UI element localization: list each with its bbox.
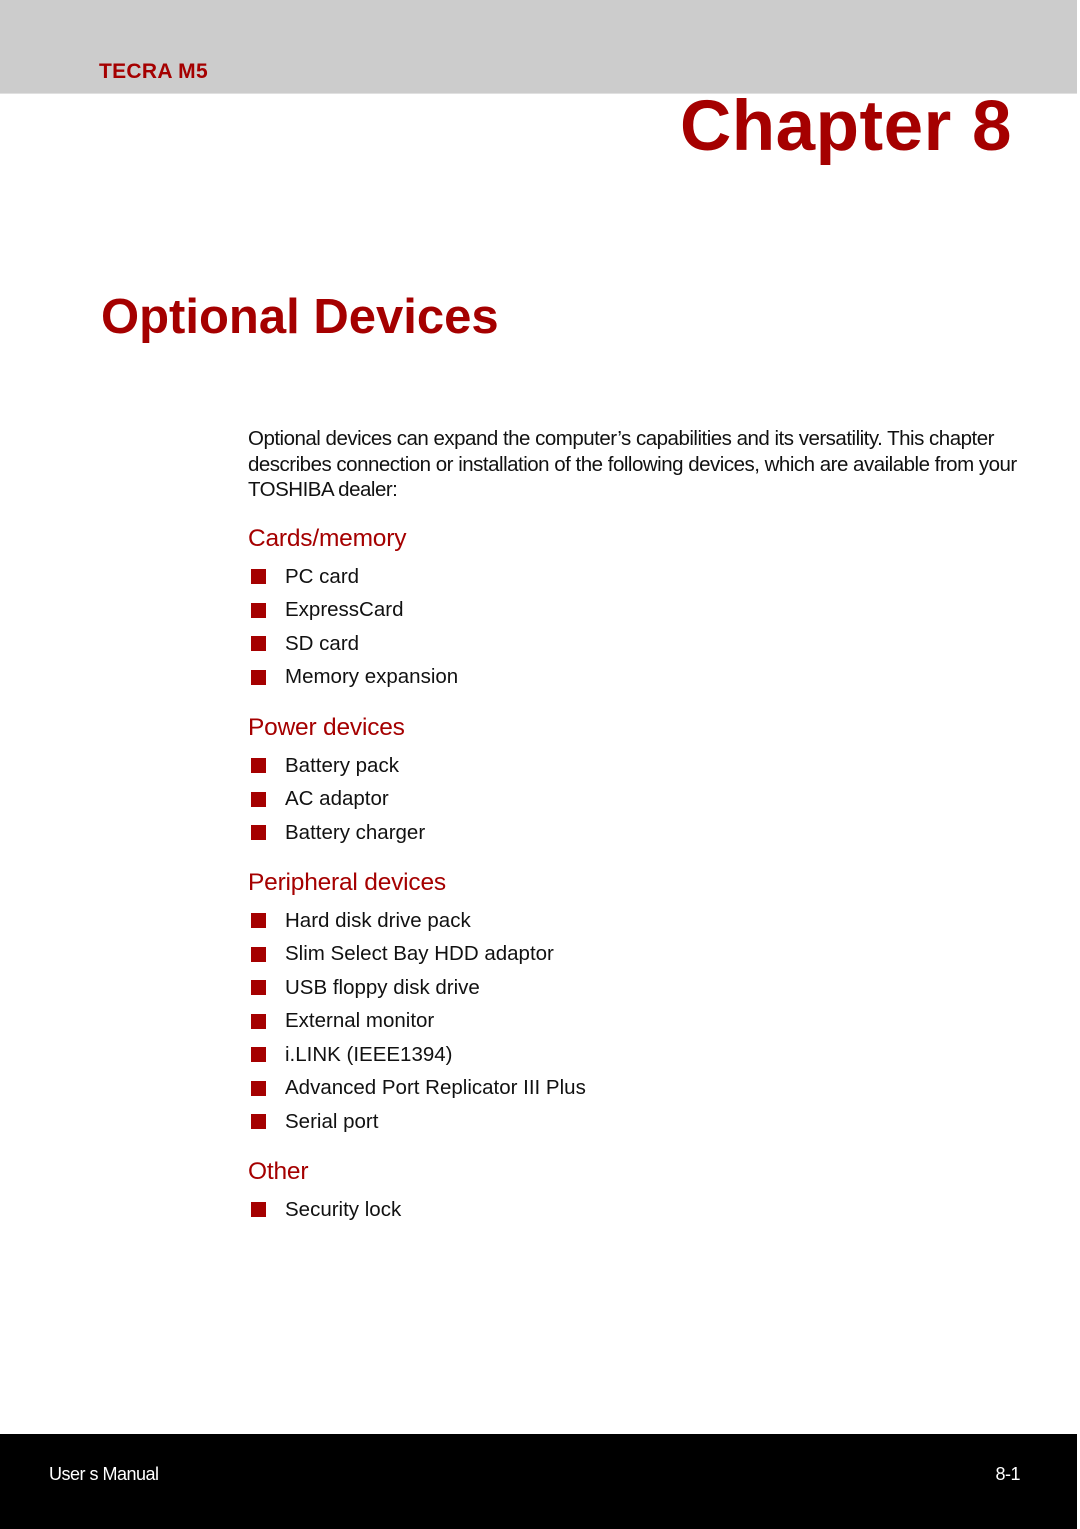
square-bullet-icon: [251, 825, 266, 841]
item-label: Security lock: [285, 1197, 402, 1221]
footer-band: User s Manual 8-1: [0, 1434, 1077, 1529]
list-item: ExpressCard: [248, 594, 458, 628]
item-label: SD card: [285, 631, 360, 655]
list-item: Battery charger: [248, 816, 425, 850]
section-heading: Peripheral devices: [248, 869, 446, 896]
square-bullet-icon: [251, 946, 266, 962]
square-bullet-icon: [251, 669, 266, 685]
square-bullet-icon: [251, 1080, 266, 1096]
item-label: Hard disk drive pack: [285, 908, 471, 932]
section-heading: Power devices: [248, 714, 405, 741]
list-item: SD card: [248, 627, 458, 661]
square-bullet-icon: [251, 1047, 266, 1063]
list-item: Memory expansion: [248, 661, 458, 695]
header-band: TECRA M5: [0, 0, 1077, 94]
section-other: Other Security lock: [248, 1157, 401, 1227]
list-item: USB floppy disk drive: [248, 971, 586, 1005]
item-label: Memory expansion: [285, 665, 459, 689]
square-bullet-icon: [251, 636, 266, 652]
page-number: 8-1: [995, 1464, 1020, 1484]
section-power-devices: Power devices Battery pack AC adaptor Ba…: [248, 713, 425, 850]
footer-label: User s Manual: [49, 1464, 159, 1484]
square-bullet-icon: [251, 1202, 266, 1218]
item-list: Security lock: [248, 1193, 401, 1227]
list-item: AC adaptor: [248, 783, 425, 817]
square-bullet-icon: [251, 1114, 266, 1130]
section-peripheral-devices: Peripheral devices Hard disk drive pack …: [248, 868, 586, 1139]
item-list: PC card ExpressCard SD card Memory expan…: [248, 560, 458, 694]
section-cards-memory: Cards/memory PC card ExpressCard SD card…: [248, 524, 458, 694]
item-list: Hard disk drive pack Slim Select Bay HDD…: [248, 904, 586, 1139]
list-item: Hard disk drive pack: [248, 904, 586, 938]
item-label: i.LINK (IEEE1394): [285, 1042, 453, 1066]
list-item: Security lock: [248, 1193, 401, 1227]
item-label: External monitor: [285, 1009, 435, 1033]
square-bullet-icon: [251, 602, 266, 618]
item-label: USB floppy disk drive: [285, 975, 480, 999]
item-label: PC card: [285, 564, 360, 588]
list-item: PC card: [248, 560, 458, 594]
section-heading: Cards/memory: [248, 525, 407, 552]
list-item: Slim Select Bay HDD adaptor: [248, 938, 586, 972]
item-label: Battery charger: [285, 820, 426, 844]
square-bullet-icon: [251, 791, 266, 807]
list-item: Battery pack: [248, 749, 425, 783]
item-label: Slim Select Bay HDD adaptor: [285, 942, 554, 966]
chapter-label: Chapter 8: [680, 87, 1012, 166]
list-item: Serial port: [248, 1105, 586, 1139]
square-bullet-icon: [251, 980, 266, 996]
list-item: i.LINK (IEEE1394): [248, 1038, 586, 1072]
section-heading: Other: [248, 1158, 309, 1185]
item-label: Serial port: [285, 1109, 379, 1133]
intro-paragraph: Optional devices can expand the computer…: [248, 427, 1017, 501]
square-bullet-icon: [251, 1013, 266, 1029]
list-item: Advanced Port Replicator III Plus: [248, 1072, 586, 1106]
list-item: External monitor: [248, 1005, 586, 1039]
item-label: AC adaptor: [285, 787, 389, 811]
square-bullet-icon: [251, 569, 266, 585]
item-label: Advanced Port Replicator III Plus: [285, 1076, 586, 1100]
item-list: Battery pack AC adaptor Battery charger: [248, 749, 425, 850]
page-title: Optional Devices: [101, 290, 499, 344]
item-label: ExpressCard: [285, 598, 404, 622]
square-bullet-icon: [251, 913, 266, 929]
product-name: TECRA M5: [99, 60, 208, 83]
square-bullet-icon: [251, 758, 266, 774]
item-label: Battery pack: [285, 753, 399, 777]
